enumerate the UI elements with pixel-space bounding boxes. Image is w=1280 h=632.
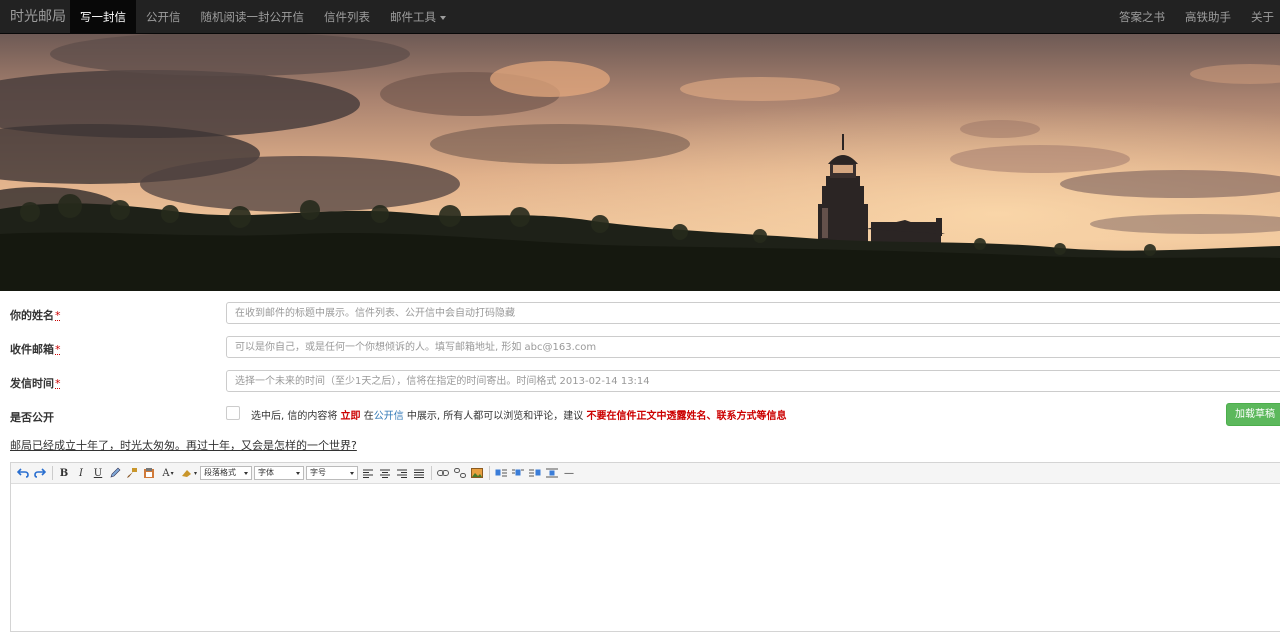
required-marker: * — [55, 377, 61, 390]
required-marker: * — [55, 309, 61, 322]
unlink-icon[interactable] — [452, 465, 468, 481]
email-label-text: 收件邮箱 — [10, 343, 54, 356]
send-time-label: 发信时间* — [10, 375, 61, 391]
paragraph-format-label: 段落格式 — [204, 468, 236, 477]
pen-icon[interactable] — [107, 465, 123, 481]
font-family-label: 字体 — [258, 468, 274, 477]
float-left-icon[interactable] — [493, 465, 509, 481]
highlight-color-icon[interactable]: ▾ — [179, 465, 199, 481]
float-right-icon[interactable] — [527, 465, 543, 481]
brand-logo[interactable]: 时光邮局 — [10, 0, 66, 34]
lighthouse-sunset-illustration — [0, 34, 1280, 291]
align-justify-icon[interactable] — [411, 465, 427, 481]
public-checkbox[interactable] — [226, 406, 240, 420]
font-color-label: A — [162, 467, 170, 479]
image-center-icon[interactable] — [544, 465, 560, 481]
toolbar-separator — [431, 466, 432, 480]
header-banner-image — [0, 34, 1280, 291]
format-brush-icon[interactable] — [124, 465, 140, 481]
public-note-part3: 中展示, 所有人都可以浏览和评论，建议 — [406, 411, 584, 422]
nav-write-letter[interactable]: 写一封信 — [70, 0, 136, 34]
align-right-icon[interactable] — [394, 465, 410, 481]
public-note: 选中后, 信的内容将 立即 在公开信 中展示, 所有人都可以浏览和评论，建议 不… — [251, 407, 786, 422]
nav-about[interactable]: 关于 — [1241, 0, 1280, 34]
public-label: 是否公开 — [10, 411, 54, 424]
email-input[interactable] — [226, 336, 1280, 358]
toolbar-separator — [489, 466, 490, 480]
align-left-icon[interactable] — [360, 465, 376, 481]
horizontal-rule-button[interactable]: — — [561, 465, 577, 481]
image-icon[interactable] — [469, 465, 485, 481]
chevron-down-icon — [296, 472, 300, 475]
nav-book-of-answers[interactable]: 答案之书 — [1109, 0, 1175, 34]
nav-main: 写一封信 公开信 随机阅读一封公开信 信件列表 邮件工具 — [70, 0, 456, 34]
required-marker: * — [55, 343, 61, 356]
name-label-text: 你的姓名 — [10, 309, 54, 322]
redo-icon[interactable] — [32, 465, 48, 481]
font-size-label: 字号 — [310, 468, 326, 477]
name-input[interactable] — [226, 302, 1280, 324]
font-family-select[interactable]: 字体 — [254, 466, 304, 480]
send-time-label-text: 发信时间 — [10, 377, 54, 390]
link-icon[interactable] — [435, 465, 451, 481]
public-note-part1: 选中后, 信的内容将 — [251, 411, 338, 422]
align-center-icon[interactable] — [377, 465, 393, 481]
italic-button[interactable]: I — [73, 465, 89, 481]
chevron-down-icon — [350, 472, 354, 475]
font-size-select[interactable]: 字号 — [306, 466, 358, 480]
public-note-part2: 在 — [363, 411, 374, 422]
nav-rail-assistant[interactable]: 高铁助手 — [1175, 0, 1241, 34]
nav-right: 答案之书 高铁助手 关于 — [1109, 0, 1280, 34]
chevron-down-icon — [244, 472, 248, 475]
nav-open-letters[interactable]: 公开信 — [136, 0, 191, 34]
open-letters-link[interactable]: 公开信 — [374, 411, 404, 422]
underline-button[interactable]: U — [90, 465, 106, 481]
email-label: 收件邮箱* — [10, 341, 61, 357]
rich-text-editor: B I U A ▾ ▾ 段落格式 字体 字号 — — [10, 462, 1280, 632]
font-color-button[interactable]: A ▾ — [158, 465, 178, 481]
editor-toolbar: B I U A ▾ ▾ 段落格式 字体 字号 — — [11, 463, 1280, 484]
bold-button[interactable]: B — [56, 465, 72, 481]
caret-down-icon — [440, 15, 446, 20]
tagline-link[interactable]: 邮局已经成立十年了，时光太匆匆。再过十年，又会是怎样的一个世界? — [10, 437, 357, 453]
nav-letter-list[interactable]: 信件列表 — [314, 0, 380, 34]
top-navbar: 时光邮局 写一封信 公开信 随机阅读一封公开信 信件列表 邮件工具 答案之书 高… — [0, 0, 1280, 34]
load-draft-button[interactable]: 加载草稿 — [1226, 403, 1280, 426]
name-label: 你的姓名* — [10, 307, 61, 323]
clipboard-icon[interactable] — [141, 465, 157, 481]
toolbar-separator — [52, 466, 53, 480]
public-note-warning: 不要在信件正文中透露姓名、联系方式等信息 — [586, 411, 787, 422]
paragraph-format-select[interactable]: 段落格式 — [200, 466, 252, 480]
public-note-immediate: 立即 — [340, 411, 361, 422]
float-none-icon[interactable] — [510, 465, 526, 481]
undo-icon[interactable] — [15, 465, 31, 481]
nav-mail-tools-label: 邮件工具 — [390, 10, 436, 24]
nav-random-letter[interactable]: 随机阅读一封公开信 — [191, 0, 315, 34]
nav-mail-tools-dropdown[interactable]: 邮件工具 — [380, 0, 456, 34]
send-time-input[interactable] — [226, 370, 1280, 392]
editor-content-area[interactable] — [11, 484, 1280, 632]
